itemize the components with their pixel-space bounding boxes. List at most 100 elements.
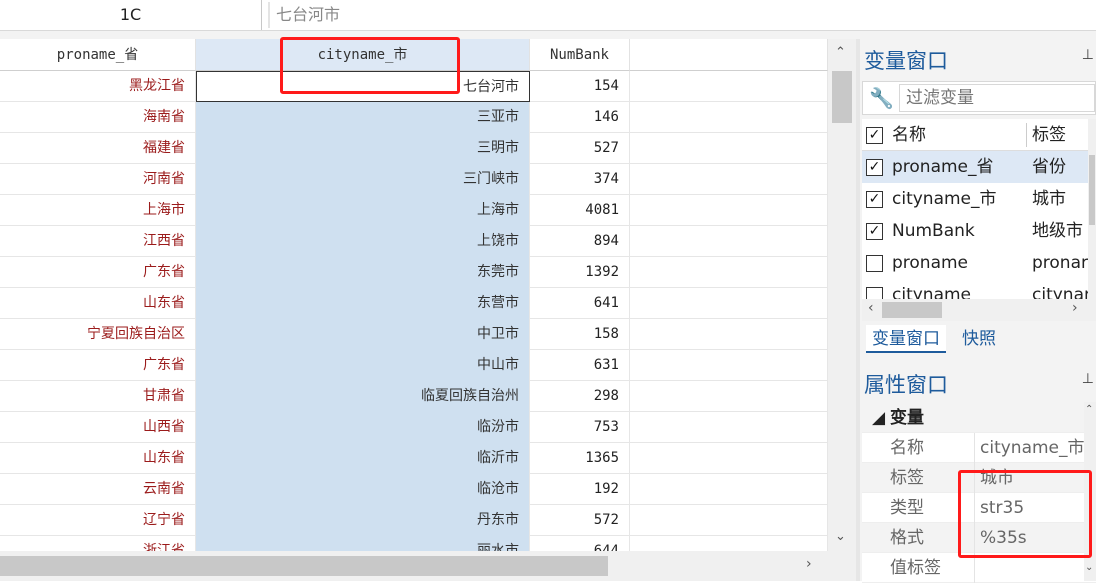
cell-proname[interactable]: 山东省	[0, 288, 196, 319]
table-row[interactable]: 上海市 上海市 4081	[0, 195, 828, 226]
cell-cityname[interactable]: 三明市	[196, 133, 530, 164]
cell-empty[interactable]	[630, 164, 828, 195]
cell-empty[interactable]	[630, 226, 828, 257]
cell-cityname[interactable]: 三亚市	[196, 102, 530, 133]
cell-empty[interactable]	[630, 288, 828, 319]
scroll-down-icon[interactable]: ⌄	[835, 529, 846, 544]
cell-cityname[interactable]: 中卫市	[196, 319, 530, 350]
variable-checkbox[interactable]	[866, 287, 883, 299]
variable-item[interactable]: ✓ proname_省 省份	[862, 151, 1096, 183]
header-label[interactable]: 标签	[1032, 119, 1066, 151]
grid-vertical-scrollbar[interactable]: ⌃ ⌄	[828, 39, 856, 551]
cell-numbank[interactable]: 158	[530, 319, 630, 350]
cell-cityname[interactable]: 东营市	[196, 288, 530, 319]
filter-variables-input[interactable]	[900, 85, 1090, 111]
cell-numbank[interactable]: 154	[530, 71, 630, 102]
cell-numbank[interactable]: 527	[530, 133, 630, 164]
variable-item[interactable]: ✓ NumBank 地级市	[862, 215, 1096, 247]
cell-proname[interactable]: 福建省	[0, 133, 196, 164]
table-row[interactable]: 云南省 临沧市 192	[0, 474, 828, 505]
table-row[interactable]: 浙江省 丽水市 644	[0, 536, 828, 551]
cell-proname[interactable]: 宁夏回族自治区	[0, 319, 196, 350]
variable-item[interactable]: proname pronar	[862, 247, 1096, 279]
cell-proname[interactable]: 山东省	[0, 443, 196, 474]
cell-reference[interactable]: 1C	[0, 0, 262, 30]
cell-empty[interactable]	[630, 505, 828, 536]
cell-numbank[interactable]: 753	[530, 412, 630, 443]
cell-proname[interactable]: 河南省	[0, 164, 196, 195]
hscroll-thumb[interactable]	[0, 556, 608, 576]
variable-checkbox[interactable]: ✓	[866, 159, 883, 176]
scroll-down-icon[interactable]: ⌄	[1085, 562, 1093, 573]
variable-item[interactable]: ✓ cityname_市 城市	[862, 183, 1096, 215]
cell-numbank[interactable]: 644	[530, 536, 630, 551]
cell-numbank[interactable]: 894	[530, 226, 630, 257]
variable-item[interactable]: cityname citynar	[862, 279, 1096, 299]
wrench-icon[interactable]: 🔧	[869, 86, 894, 110]
pin-icon[interactable]: ⊥	[1082, 371, 1094, 387]
column-header-proname[interactable]: proname_省	[0, 39, 196, 71]
cell-proname[interactable]: 海南省	[0, 102, 196, 133]
cell-empty[interactable]	[630, 257, 828, 288]
cell-empty[interactable]	[630, 195, 828, 226]
cell-cityname[interactable]: 三门峡市	[196, 164, 530, 195]
cell-empty[interactable]	[630, 443, 828, 474]
cell-proname[interactable]: 上海市	[0, 195, 196, 226]
cell-cityname[interactable]: 东莞市	[196, 257, 530, 288]
column-separator[interactable]	[1026, 123, 1027, 147]
cell-empty[interactable]	[630, 71, 828, 102]
cell-numbank[interactable]: 1392	[530, 257, 630, 288]
table-row[interactable]: 海南省 三亚市 146	[0, 102, 828, 133]
table-row[interactable]: 广东省 东莞市 1392	[0, 257, 828, 288]
tab-variables[interactable]: 变量窗口	[866, 325, 946, 353]
cell-cityname[interactable]: 临夏回族自治州	[196, 381, 530, 412]
cell-numbank[interactable]: 641	[530, 288, 630, 319]
cell-cityname[interactable]: 上饶市	[196, 226, 530, 257]
cell-empty[interactable]	[630, 319, 828, 350]
table-row[interactable]: 甘肃省 临夏回族自治州 298	[0, 381, 828, 412]
properties-group-variable[interactable]: ◢ 变量	[862, 403, 1096, 433]
cell-proname[interactable]: 辽宁省	[0, 505, 196, 536]
table-row[interactable]: 福建省 三明市 527	[0, 133, 828, 164]
cell-cityname[interactable]: 临沂市	[196, 443, 530, 474]
cell-empty[interactable]	[630, 536, 828, 551]
header-name[interactable]: 名称	[892, 119, 926, 151]
tab-snapshot[interactable]: 快照	[956, 325, 1002, 353]
cell-empty[interactable]	[630, 381, 828, 412]
table-row[interactable]: 山东省 东营市 641	[0, 288, 828, 319]
scroll-right-icon[interactable]: ›	[806, 556, 812, 572]
cell-proname[interactable]: 甘肃省	[0, 381, 196, 412]
cell-cityname[interactable]: 临汾市	[196, 412, 530, 443]
variables-vscroll-thumb[interactable]	[1089, 155, 1095, 225]
cell-proname[interactable]: 黑龙江省	[0, 71, 196, 102]
cell-empty[interactable]	[630, 102, 828, 133]
cell-proname[interactable]: 云南省	[0, 474, 196, 505]
cell-empty[interactable]	[630, 412, 828, 443]
cell-proname[interactable]: 广东省	[0, 257, 196, 288]
table-row[interactable]: 河南省 三门峡市 374	[0, 164, 828, 195]
grid-horizontal-scrollbar[interactable]: ›	[0, 551, 856, 581]
variables-vertical-scrollbar[interactable]	[1088, 119, 1096, 299]
cell-cityname[interactable]: 丹东市	[196, 505, 530, 536]
scroll-left-icon[interactable]: ‹	[868, 300, 874, 316]
variable-checkbox[interactable]	[866, 255, 883, 272]
cell-proname[interactable]: 广东省	[0, 350, 196, 381]
variable-checkbox[interactable]: ✓	[866, 223, 883, 240]
cell-empty[interactable]	[630, 474, 828, 505]
cell-numbank[interactable]: 631	[530, 350, 630, 381]
cell-empty[interactable]	[630, 133, 828, 164]
cell-numbank[interactable]: 374	[530, 164, 630, 195]
scroll-right-icon[interactable]: ›	[1072, 300, 1078, 316]
cell-numbank[interactable]: 146	[530, 102, 630, 133]
table-row[interactable]: 宁夏回族自治区 中卫市 158	[0, 319, 828, 350]
cell-cityname[interactable]: 上海市	[196, 195, 530, 226]
cell-cityname[interactable]: 临沧市	[196, 474, 530, 505]
scroll-up-icon[interactable]: ⌃	[835, 45, 846, 60]
table-row[interactable]: 山西省 临汾市 753	[0, 412, 828, 443]
table-row[interactable]: 辽宁省 丹东市 572	[0, 505, 828, 536]
column-header-numbank[interactable]: NumBank	[530, 39, 630, 71]
cell-proname[interactable]: 山西省	[0, 412, 196, 443]
scroll-thumb[interactable]	[832, 71, 852, 123]
cell-empty[interactable]	[630, 350, 828, 381]
scroll-up-icon[interactable]: ⌃	[1085, 404, 1093, 415]
